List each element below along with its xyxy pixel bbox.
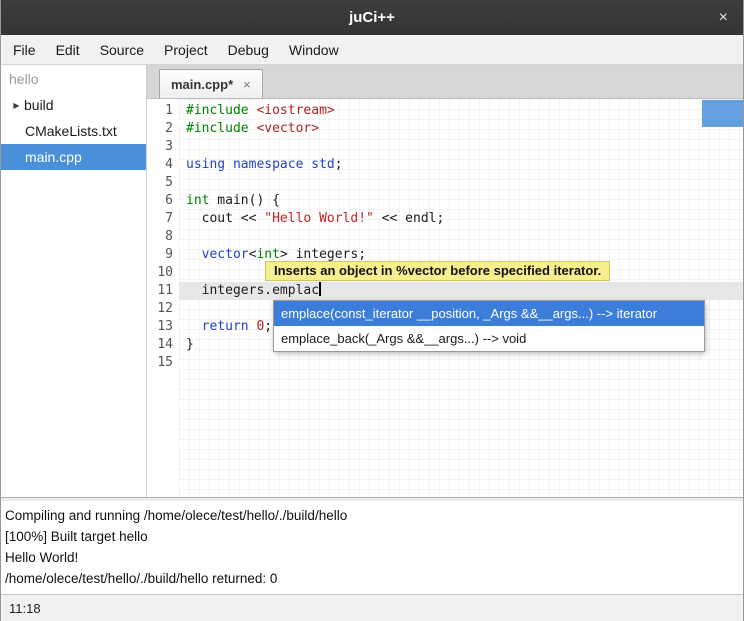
titlebar: juCi++ × [1,0,743,35]
output-line: /home/olece/test/hello/./build/hello ret… [5,568,743,589]
menu-project[interactable]: Project [154,35,218,64]
file-tree: hello ▶build CMakeLists.txt main.cpp [1,65,147,497]
code-token: "Hello World!" [264,211,374,226]
code-line-6[interactable]: int main() { [179,192,743,210]
tree-item-build[interactable]: ▶build [1,92,146,118]
output-line: [100%] Built target hello [5,526,743,547]
line-number: 15 [147,354,179,372]
code-line-2[interactable]: #include <vector> [179,120,743,138]
expander-icon[interactable]: ▶ [9,101,24,110]
line-number: 13 [147,318,179,336]
code-token: integers.emplac [186,283,319,298]
code-token: main() { [209,193,279,208]
code-line-4[interactable]: using namespace std; [179,156,743,174]
line-number: 11 [147,282,179,300]
line-number: 7 [147,210,179,228]
code-token: vector [202,247,249,262]
line-number: 1 [147,102,179,120]
tree-item-label: CMakeLists.txt [25,123,117,139]
tabbar: main.cpp* × [147,65,743,99]
cursor-position: 11:18 [9,601,41,616]
line-number: 12 [147,300,179,318]
code-token [186,247,202,262]
app-window: juCi++ × FileEditSourceProjectDebugWindo… [0,0,744,621]
autocomplete-item-0[interactable]: emplace(const_iterator __position, _Args… [274,301,704,326]
autocomplete-item-1[interactable]: emplace_back(_Args &&__args...) --> void [274,326,704,351]
tree-item-main-cpp[interactable]: main.cpp [1,144,146,170]
statusbar: 11:18 [1,594,743,621]
code-area[interactable]: #include <iostream>#include <vector>usin… [179,99,743,497]
line-number: 14 [147,336,179,354]
line-number: 9 [147,246,179,264]
code-token: #include [186,121,249,136]
code-token: return [202,319,249,334]
menu-window[interactable]: Window [279,35,349,64]
tree-item-label: main.cpp [25,149,82,165]
tree-item-label: hello [9,71,39,87]
code-token: <iostream> [256,103,334,118]
code-line-1[interactable]: #include <iostream> [179,102,743,120]
autocomplete-popup: emplace(const_iterator __position, _Args… [273,300,705,352]
code-line-15[interactable] [179,354,743,372]
close-icon[interactable]: × [719,0,728,35]
window-title: juCi++ [349,9,395,26]
line-number: 5 [147,174,179,192]
code-token: int [186,193,209,208]
tab-close-icon[interactable]: × [243,77,251,92]
output-panel: Compiling and running /home/olece/test/h… [1,501,743,594]
output-line: Hello World! [5,547,743,568]
doc-tooltip-text: Inserts an object in %vector before spec… [274,263,601,278]
menubar: FileEditSourceProjectDebugWindow [1,35,743,65]
tree-item-hello[interactable]: hello [1,66,146,92]
code-token: #include [186,103,249,118]
code-token: } [186,337,194,352]
code-token: ; [335,157,343,172]
code-token: int [256,247,279,262]
tab-main-cpp[interactable]: main.cpp* × [159,69,263,98]
doc-tooltip: Inserts an object in %vector before spec… [265,261,610,281]
line-number: 8 [147,228,179,246]
menu-file[interactable]: File [3,35,46,64]
code-line-11[interactable]: integers.emplac [179,282,743,300]
text-cursor [319,282,321,296]
code-line-7[interactable]: cout << "Hello World!" << endl; [179,210,743,228]
code-editor[interactable]: 123456789101112131415 #include <iostream… [147,99,743,497]
editor-pane: main.cpp* × 123456789101112131415 #inclu… [147,65,743,497]
tree-item-label: build [24,97,54,113]
line-number: 4 [147,156,179,174]
scrollbar-thumb[interactable] [702,100,743,127]
line-number: 6 [147,192,179,210]
tab-label: main.cpp* [171,77,233,92]
code-token: cout << [186,211,264,226]
menu-debug[interactable]: Debug [218,35,279,64]
tree-item-cmakelists-txt[interactable]: CMakeLists.txt [1,118,146,144]
line-number-gutter: 123456789101112131415 [147,99,179,497]
code-token: > integers; [280,247,366,262]
menu-edit[interactable]: Edit [46,35,90,64]
code-line-8[interactable] [179,228,743,246]
menu-source[interactable]: Source [90,35,154,64]
code-token: using namespace std [186,157,335,172]
code-token: << endl; [374,211,444,226]
code-line-3[interactable] [179,138,743,156]
code-token: <vector> [256,121,319,136]
line-number: 3 [147,138,179,156]
code-token [186,319,202,334]
code-line-5[interactable] [179,174,743,192]
code-token: ; [264,319,272,334]
line-number: 2 [147,120,179,138]
line-number: 10 [147,264,179,282]
output-line: Compiling and running /home/olece/test/h… [5,505,743,526]
main-area: hello ▶build CMakeLists.txt main.cpp main.c… [1,65,743,497]
